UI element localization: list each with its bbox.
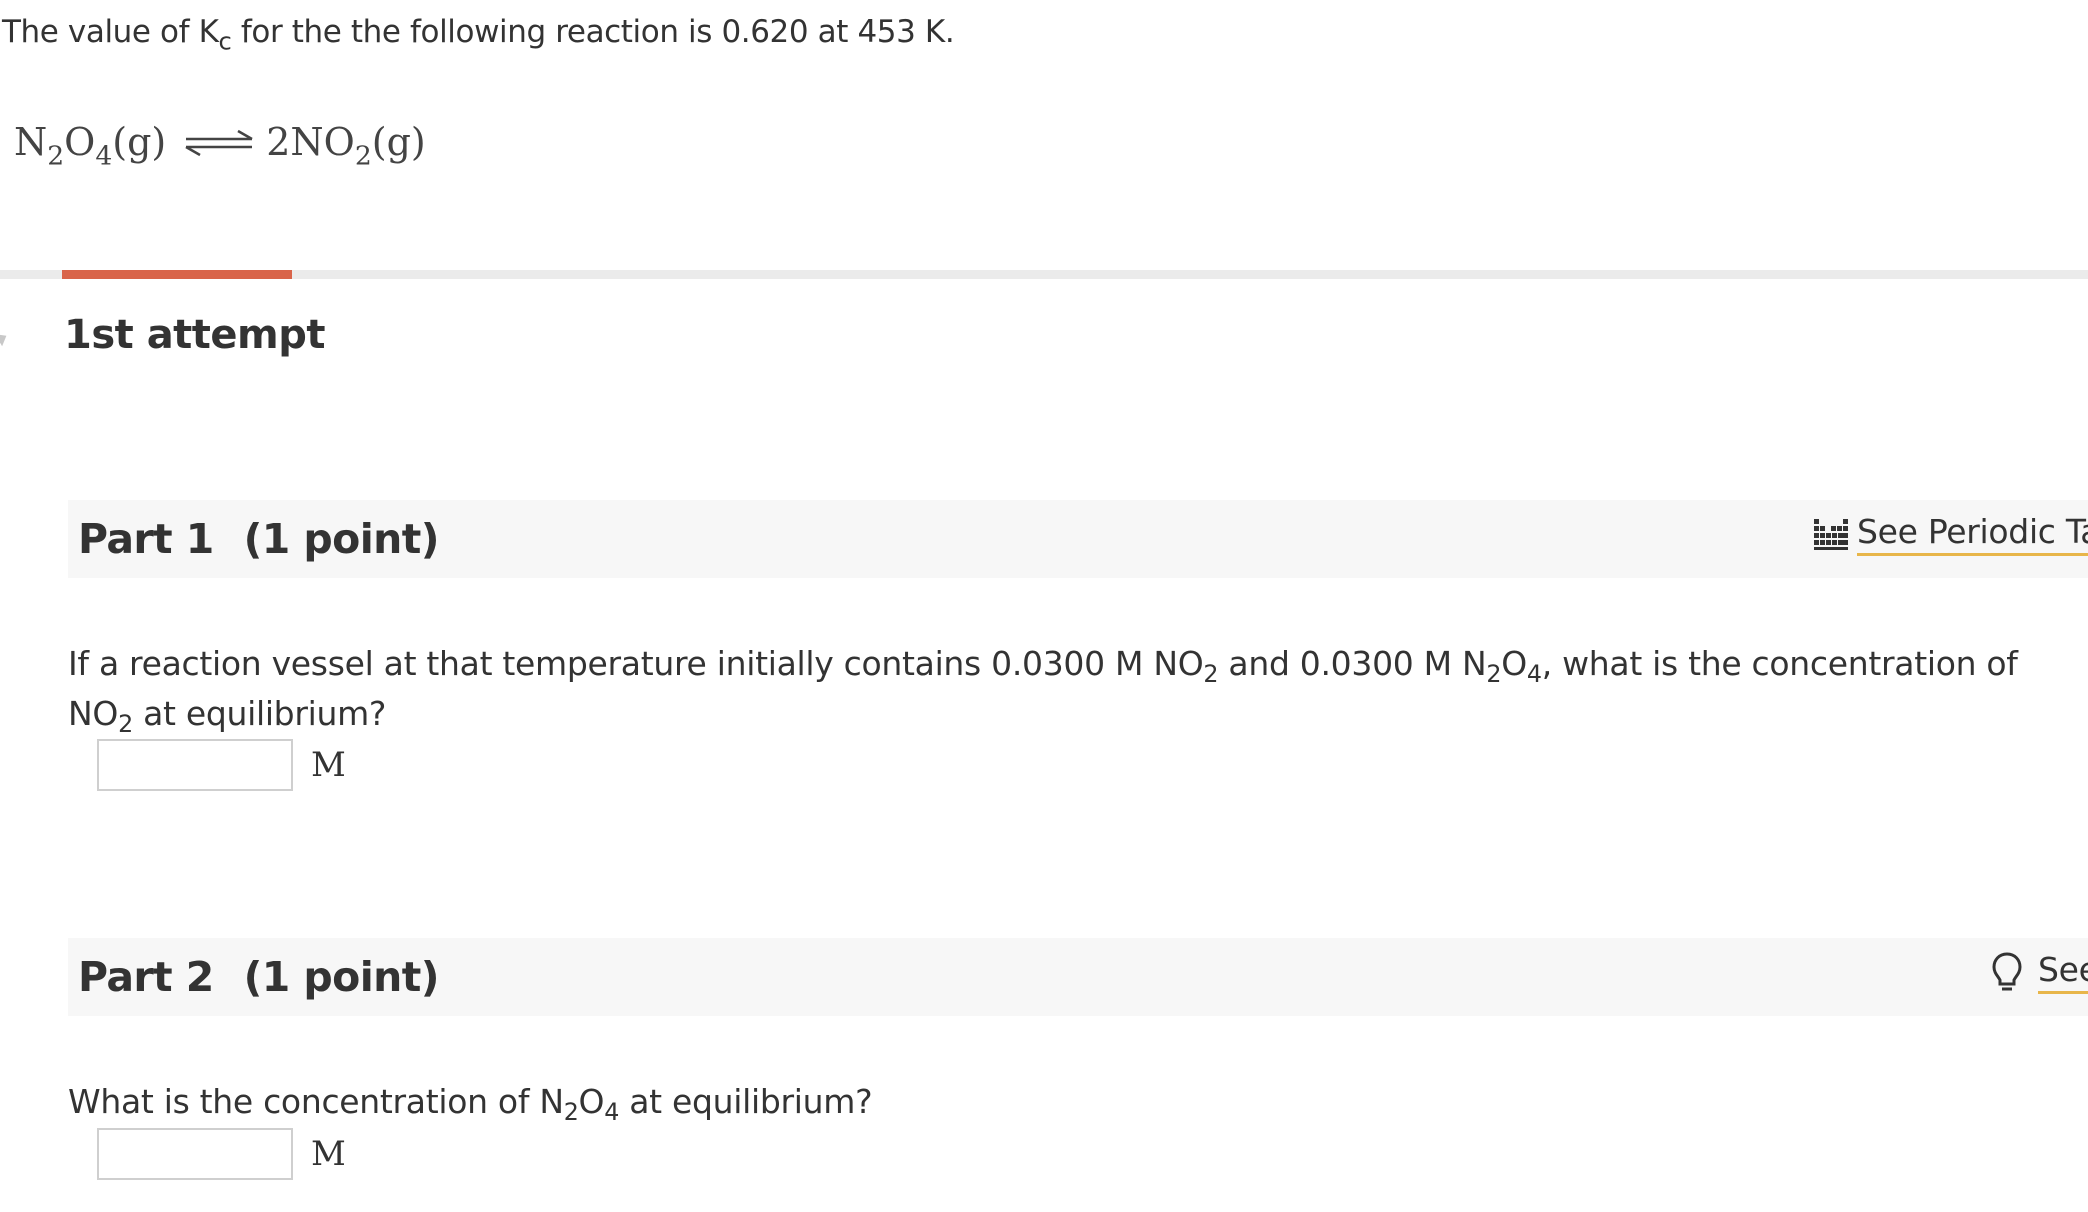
periodic-table-icon <box>1814 519 1848 550</box>
attempt-tab-bar <box>0 270 2088 279</box>
part-1-header: Part 1 (1 point) See Periodic Ta <box>68 500 2088 578</box>
see-hint-label[interactable]: See <box>2038 950 2088 994</box>
part-2-answer-input[interactable] <box>97 1128 293 1180</box>
product: 2NO2(g) <box>266 120 426 172</box>
attempt-title: 1st attempt <box>64 312 325 358</box>
part-1-title: Part 1 (1 point) <box>78 515 439 563</box>
kc-subscript: c <box>218 27 232 56</box>
intro-suffix: for the the following reaction is 0.620 … <box>240 14 955 50</box>
part-1-answer-input[interactable] <box>97 739 293 791</box>
part-1-answer-row: M <box>97 739 346 791</box>
part-1-question: If a reaction vessel at that temperature… <box>68 644 2018 739</box>
see-periodic-table-link[interactable]: See Periodic Ta <box>1813 512 2088 556</box>
lightbulb-icon <box>1992 952 2022 991</box>
part-2-answer-row: M <box>97 1128 346 1180</box>
chemical-equation: N2O4(g) 2NO2(g) <box>14 120 426 172</box>
part-2-header: Part 2(1 point) See <box>68 938 2088 1016</box>
part-2-question: What is the concentration of N2O4 at equ… <box>68 1082 873 1127</box>
see-hint-link[interactable]: See <box>1990 950 2088 994</box>
part-2-title: Part 2 (1 point) <box>78 953 439 1001</box>
part-1-unit: M <box>311 745 346 785</box>
attempt-tab-active-indicator[interactable] <box>62 270 292 279</box>
collapse-caret-icon[interactable] <box>0 329 10 347</box>
equilibrium-arrow-icon <box>185 129 253 157</box>
part-2-unit: M <box>311 1134 346 1174</box>
intro-prefix: The value of K <box>2 14 219 50</box>
reactant: N2O4(g) <box>14 120 167 172</box>
see-periodic-table-label[interactable]: See Periodic Ta <box>1857 512 2088 556</box>
problem-statement: The value of Kc for the the following re… <box>2 14 955 56</box>
